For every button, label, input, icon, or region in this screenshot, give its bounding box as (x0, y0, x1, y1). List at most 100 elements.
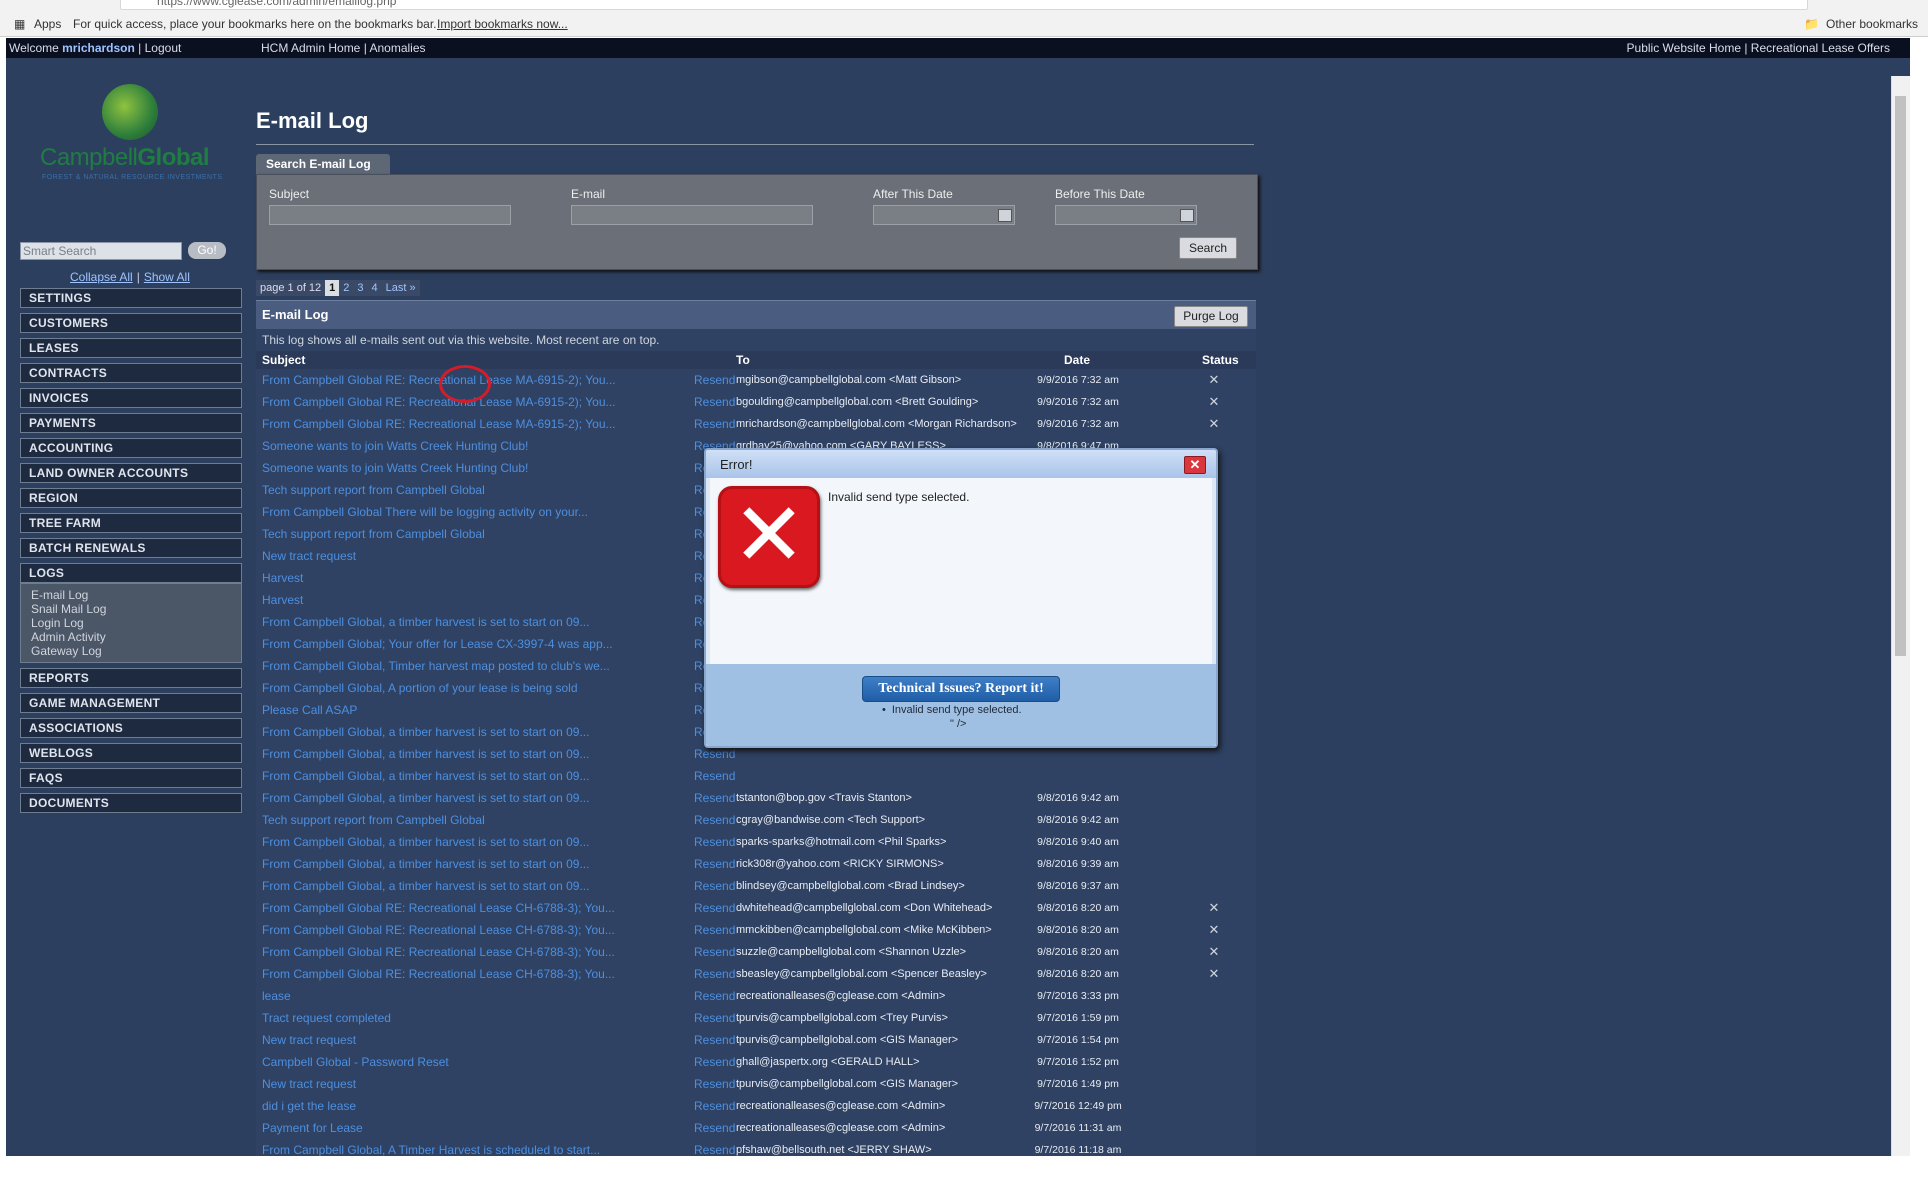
email-subject-link[interactable]: From Campbell Global, A portion of your … (262, 677, 618, 699)
admin-nav[interactable]: HCM Admin Home | Anomalies (261, 38, 426, 58)
menu-payments[interactable]: PAYMENTS (20, 413, 242, 433)
search-tab[interactable]: Search E-mail Log (256, 154, 390, 174)
close-icon[interactable]: ✕ (1184, 456, 1206, 474)
email-subject-link[interactable]: Payment for Lease (262, 1117, 618, 1139)
import-bookmarks-link[interactable]: Import bookmarks now... (437, 14, 568, 34)
email-subject-link[interactable]: From Campbell Global, a timber harvest i… (262, 831, 618, 853)
menu-leases[interactable]: LEASES (20, 338, 242, 358)
email-subject-link[interactable]: From Campbell Global, a timber harvest i… (262, 853, 618, 875)
email-subject-link[interactable]: From Campbell Global RE: Recreational Le… (262, 919, 618, 941)
resend-link[interactable]: Resend (694, 1139, 735, 1156)
email-subject-link[interactable]: Tract request completed (262, 1007, 618, 1029)
menu-batch-renewals[interactable]: BATCH RENEWALS (20, 538, 242, 558)
email-subject-link[interactable]: From Campbell Global, A Timber Harvest i… (262, 1139, 618, 1156)
email-subject-link[interactable]: did i get the lease (262, 1095, 618, 1117)
resend-link[interactable]: Resend (694, 853, 735, 875)
resend-link[interactable]: Resend (694, 919, 735, 941)
email-subject-link[interactable]: From Campbell Global, a timber harvest i… (262, 765, 618, 787)
menu-region[interactable]: REGION (20, 488, 242, 508)
email-subject-link[interactable]: From Campbell Global, a timber harvest i… (262, 787, 618, 809)
menu-customers[interactable]: CUSTOMERS (20, 313, 242, 333)
other-bookmarks[interactable]: Other bookmarks (1826, 14, 1918, 34)
calendar-icon[interactable] (1180, 209, 1194, 222)
apps-label[interactable]: Apps (34, 14, 61, 34)
public-nav[interactable]: Public Website Home | Recreational Lease… (1627, 38, 1890, 58)
resend-link[interactable]: Resend (694, 941, 735, 963)
email-input[interactable] (571, 205, 813, 225)
page-1[interactable]: 1 (325, 280, 340, 296)
email-subject-link[interactable]: Tech support report from Campbell Global (262, 809, 618, 831)
subject-input[interactable] (269, 205, 511, 225)
email-subject-link[interactable]: From Campbell Global, a timber harvest i… (262, 743, 618, 765)
email-subject-link[interactable]: From Campbell Global RE: Recreational Le… (262, 391, 618, 413)
resend-link[interactable]: Resend (694, 809, 735, 831)
resend-link[interactable]: Resend (694, 985, 735, 1007)
menu-contracts[interactable]: CONTRACTS (20, 363, 242, 383)
email-subject-link[interactable]: From Campbell Global, Timber harvest map… (262, 655, 618, 677)
resend-link[interactable]: Resend (694, 831, 735, 853)
purge-log-button[interactable]: Purge Log (1174, 306, 1248, 327)
menu-weblogs[interactable]: WEBLOGS (20, 743, 242, 763)
submenu-admin-activity[interactable]: Admin Activity (31, 630, 241, 644)
after-date-input[interactable] (873, 205, 1015, 225)
resend-link[interactable]: Resend (694, 1117, 735, 1139)
email-subject-link[interactable]: From Campbell Global, a timber harvest i… (262, 611, 618, 633)
resend-link[interactable]: Resend (694, 765, 735, 787)
resend-link[interactable]: Resend (694, 1095, 735, 1117)
vertical-scrollbar[interactable] (1891, 76, 1910, 1156)
apps-icon[interactable]: ▦ (14, 14, 25, 34)
email-subject-link[interactable]: From Campbell Global RE: Recreational Le… (262, 413, 618, 435)
resend-link[interactable]: Resend (694, 391, 735, 413)
resend-link[interactable]: Resend (694, 413, 735, 435)
submenu-email-log[interactable]: E-mail Log (31, 588, 241, 602)
submenu-gateway-log[interactable]: Gateway Log (31, 644, 241, 658)
page-last[interactable]: Last » (382, 280, 420, 296)
email-subject-link[interactable]: Someone wants to join Watts Creek Huntin… (262, 435, 618, 457)
menu-settings[interactable]: SETTINGS (20, 288, 242, 308)
logout-link[interactable]: | Logout (138, 41, 181, 55)
email-subject-link[interactable]: Someone wants to join Watts Creek Huntin… (262, 457, 618, 479)
menu-land-owner-accounts[interactable]: LAND OWNER ACCOUNTS (20, 463, 242, 483)
menu-faqs[interactable]: FAQS (20, 768, 242, 788)
resend-link[interactable]: Resend (694, 875, 735, 897)
email-subject-link[interactable]: New tract request (262, 545, 618, 567)
resend-link[interactable]: Resend (694, 1073, 735, 1095)
resend-link[interactable]: Resend (694, 963, 735, 985)
before-date-input[interactable] (1055, 205, 1197, 225)
email-subject-link[interactable]: Please Call ASAP (262, 699, 618, 721)
resend-link[interactable]: Resend (694, 897, 735, 919)
submenu-snail-mail-log[interactable]: Snail Mail Log (31, 602, 241, 616)
menu-accounting[interactable]: ACCOUNTING (20, 438, 242, 458)
email-subject-link[interactable]: New tract request (262, 1029, 618, 1051)
resend-link[interactable]: Resend (694, 787, 735, 809)
report-issue-button[interactable]: Technical Issues? Report it! (862, 676, 1060, 702)
show-all-link[interactable]: Show All (144, 270, 190, 284)
email-subject-link[interactable]: From Campbell Global There will be loggi… (262, 501, 618, 523)
email-subject-link[interactable]: Harvest (262, 589, 618, 611)
resend-link[interactable]: Resend (694, 1029, 735, 1051)
page-3[interactable]: 3 (353, 280, 367, 296)
menu-logs[interactable]: LOGS (20, 563, 242, 583)
scrollbar-thumb[interactable] (1895, 96, 1906, 656)
menu-tree-farm[interactable]: TREE FARM (20, 513, 242, 533)
menu-invoices[interactable]: INVOICES (20, 388, 242, 408)
page-2[interactable]: 2 (339, 280, 353, 296)
logo[interactable]: CampbellGlobal FOREST & NATURAL RESOURCE… (20, 76, 244, 194)
email-subject-link[interactable]: Campbell Global - Password Reset (262, 1051, 618, 1073)
menu-game-management[interactable]: GAME MANAGEMENT (20, 693, 242, 713)
menu-reports[interactable]: REPORTS (20, 668, 242, 688)
page-4[interactable]: 4 (368, 280, 382, 296)
collapse-all-link[interactable]: Collapse All (70, 270, 133, 284)
email-subject-link[interactable]: From Campbell Global RE: Recreational Le… (262, 897, 618, 919)
resend-link[interactable]: Resend (694, 1007, 735, 1029)
menu-associations[interactable]: ASSOCIATIONS (20, 718, 242, 738)
submenu-login-log[interactable]: Login Log (31, 616, 241, 630)
email-subject-link[interactable]: From Campbell Global; Your offer for Lea… (262, 633, 618, 655)
resend-link[interactable]: Resend (694, 369, 735, 391)
email-subject-link[interactable]: New tract request (262, 1073, 618, 1095)
email-subject-link[interactable]: Tech support report from Campbell Global (262, 523, 618, 545)
calendar-icon[interactable] (998, 209, 1012, 222)
email-subject-link[interactable]: From Campbell Global, a timber harvest i… (262, 875, 618, 897)
resend-link[interactable]: Resend (694, 1051, 735, 1073)
email-subject-link[interactable]: Harvest (262, 567, 618, 589)
